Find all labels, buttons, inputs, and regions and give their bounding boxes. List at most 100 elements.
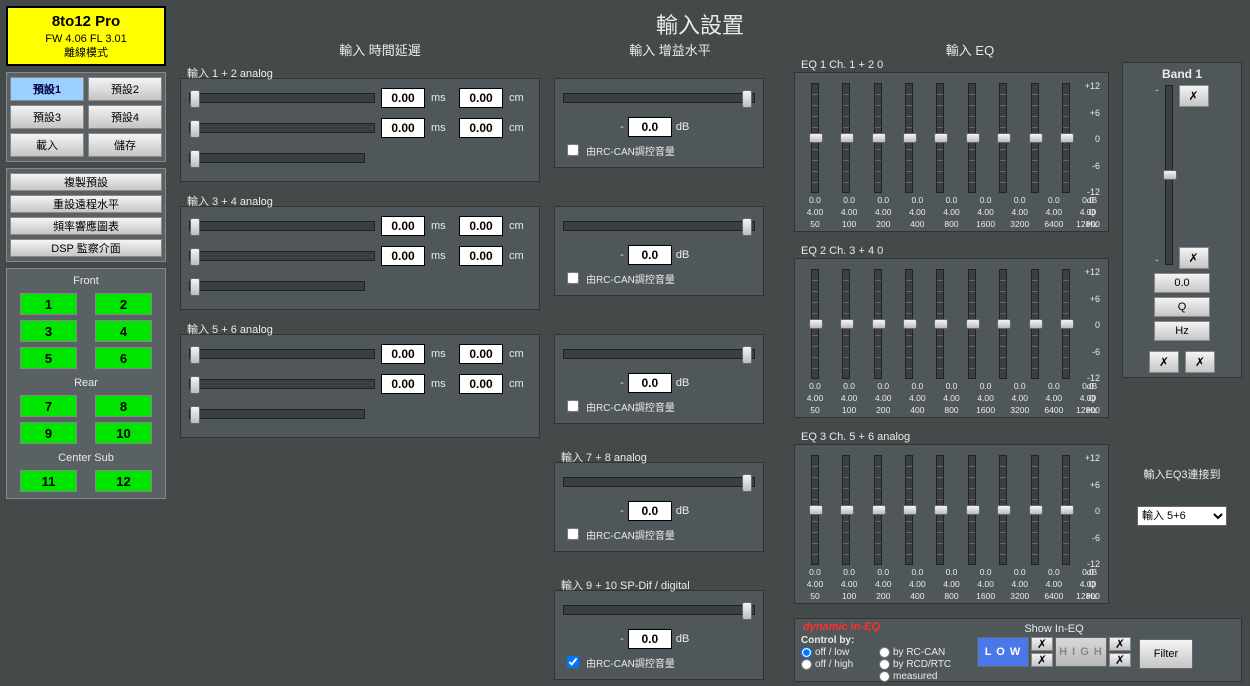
eq-slider-1-9[interactable] bbox=[1053, 83, 1080, 193]
delay-slider-2-link[interactable] bbox=[189, 281, 365, 291]
paraeq-q-value[interactable]: Q bbox=[1154, 297, 1210, 317]
delay-slider-2-2[interactable] bbox=[189, 251, 375, 261]
opt-rc-can[interactable]: by RC-CAN bbox=[879, 647, 969, 658]
delay-ms-3-2[interactable] bbox=[381, 374, 425, 394]
copy-preset-button[interactable]: 複製預設 bbox=[10, 173, 162, 191]
eq-slider-2-1[interactable] bbox=[801, 269, 828, 379]
eq-slider-3-8[interactable] bbox=[1021, 455, 1048, 565]
ch-1-button[interactable]: 1 bbox=[20, 293, 77, 315]
delay-ms-1-2[interactable] bbox=[381, 118, 425, 138]
gain-slider-4[interactable] bbox=[563, 477, 755, 487]
delay-cm-3-1[interactable] bbox=[459, 344, 503, 364]
filter-button[interactable]: Filter bbox=[1139, 639, 1193, 669]
delay-slider-2-1[interactable] bbox=[189, 221, 375, 231]
eq-slider-2-8[interactable] bbox=[1021, 269, 1048, 379]
low-mute-button[interactable]: ✗ bbox=[1031, 637, 1053, 651]
eq-link-select[interactable]: 輸入 5+6 bbox=[1137, 506, 1227, 526]
gain-slider-3[interactable] bbox=[563, 349, 755, 359]
gain-db-3[interactable] bbox=[628, 373, 672, 393]
gain-rc-checkbox-3[interactable] bbox=[567, 400, 579, 412]
paraeq-gain-slider[interactable] bbox=[1165, 85, 1173, 265]
preset-2-button[interactable]: 預設2 bbox=[88, 77, 162, 101]
eq-slider-3-2[interactable] bbox=[832, 455, 859, 565]
opt-measured[interactable]: measured bbox=[879, 671, 969, 682]
preset-4-button[interactable]: 預設4 bbox=[88, 105, 162, 129]
delay-slider-1-link[interactable] bbox=[189, 153, 365, 163]
gain-rc-checkbox-1[interactable] bbox=[567, 144, 579, 156]
eq-slider-1-4[interactable] bbox=[895, 83, 922, 193]
ch-8-button[interactable]: 8 bbox=[95, 395, 152, 417]
gain-db-1[interactable] bbox=[628, 117, 672, 137]
delay-cm-3-2[interactable] bbox=[459, 374, 503, 394]
delay-ms-2-2[interactable] bbox=[381, 246, 425, 266]
eq-slider-3-6[interactable] bbox=[958, 455, 985, 565]
paraeq-mute-bottom-button[interactable]: ✗ bbox=[1179, 247, 1209, 269]
show-low-button[interactable]: L O W bbox=[977, 637, 1029, 667]
opt-rcd-rtc[interactable]: by RCD/RTC bbox=[879, 659, 969, 670]
gain-rc-checkbox-5[interactable] bbox=[567, 656, 579, 668]
dsp-monitor-button[interactable]: DSP 監察介面 bbox=[10, 239, 162, 257]
gain-rc-checkbox-2[interactable] bbox=[567, 272, 579, 284]
show-high-button[interactable]: H I G H bbox=[1055, 637, 1107, 667]
eq-slider-1-6[interactable] bbox=[958, 83, 985, 193]
delay-cm-1-1[interactable] bbox=[459, 88, 503, 108]
eq-slider-2-9[interactable] bbox=[1053, 269, 1080, 379]
paraeq-mute-top-button[interactable]: ✗ bbox=[1179, 85, 1209, 107]
paraeq-gain-value[interactable]: 0.0 bbox=[1154, 273, 1210, 293]
delay-slider-3-link[interactable] bbox=[189, 409, 365, 419]
eq-slider-3-3[interactable] bbox=[864, 455, 891, 565]
high-mute-button[interactable]: ✗ bbox=[1109, 637, 1131, 651]
gain-slider-1[interactable] bbox=[563, 93, 755, 103]
preset-3-button[interactable]: 預設3 bbox=[10, 105, 84, 129]
paraeq-hz-value[interactable]: Hz bbox=[1154, 321, 1210, 341]
eq-slider-2-5[interactable] bbox=[927, 269, 954, 379]
opt-off-high[interactable]: off / high bbox=[801, 659, 871, 670]
delay-slider-3-2[interactable] bbox=[189, 379, 375, 389]
high-mute2-button[interactable]: ✗ bbox=[1109, 653, 1131, 667]
ch-5-button[interactable]: 5 bbox=[20, 347, 77, 369]
eq-slider-1-2[interactable] bbox=[832, 83, 859, 193]
eq-slider-2-2[interactable] bbox=[832, 269, 859, 379]
ch-12-button[interactable]: 12 bbox=[95, 470, 152, 492]
load-button[interactable]: 載入 bbox=[10, 133, 84, 157]
opt-off-low[interactable]: off / low bbox=[801, 647, 871, 658]
eq-slider-3-5[interactable] bbox=[927, 455, 954, 565]
gain-db-4[interactable] bbox=[628, 501, 672, 521]
paraeq-next-button[interactable]: ✗ bbox=[1185, 351, 1215, 373]
eq-slider-1-8[interactable] bbox=[1021, 83, 1048, 193]
ch-6-button[interactable]: 6 bbox=[95, 347, 152, 369]
gain-rc-checkbox-4[interactable] bbox=[567, 528, 579, 540]
paraeq-prev-button[interactable]: ✗ bbox=[1149, 351, 1179, 373]
preset-1-button[interactable]: 預設1 bbox=[10, 77, 84, 101]
eq-slider-3-9[interactable] bbox=[1053, 455, 1080, 565]
ch-3-button[interactable]: 3 bbox=[20, 320, 77, 342]
delay-slider-3-1[interactable] bbox=[189, 349, 375, 359]
gain-slider-5[interactable] bbox=[563, 605, 755, 615]
delay-ms-3-1[interactable] bbox=[381, 344, 425, 364]
eq-slider-2-6[interactable] bbox=[958, 269, 985, 379]
delay-ms-2-1[interactable] bbox=[381, 216, 425, 236]
eq-slider-1-1[interactable] bbox=[801, 83, 828, 193]
ch-11-button[interactable]: 11 bbox=[20, 470, 77, 492]
reset-levels-button[interactable]: 重設遠程水平 bbox=[10, 195, 162, 213]
ch-9-button[interactable]: 9 bbox=[20, 422, 77, 444]
eq-slider-3-7[interactable] bbox=[990, 455, 1017, 565]
gain-db-5[interactable] bbox=[628, 629, 672, 649]
eq-slider-2-4[interactable] bbox=[895, 269, 922, 379]
low-mute2-button[interactable]: ✗ bbox=[1031, 653, 1053, 667]
eq-slider-1-5[interactable] bbox=[927, 83, 954, 193]
eq-slider-1-7[interactable] bbox=[990, 83, 1017, 193]
delay-cm-1-2[interactable] bbox=[459, 118, 503, 138]
eq-slider-2-3[interactable] bbox=[864, 269, 891, 379]
eq-slider-1-3[interactable] bbox=[864, 83, 891, 193]
delay-cm-2-1[interactable] bbox=[459, 216, 503, 236]
ch-10-button[interactable]: 10 bbox=[95, 422, 152, 444]
ch-7-button[interactable]: 7 bbox=[20, 395, 77, 417]
delay-cm-2-2[interactable] bbox=[459, 246, 503, 266]
delay-slider-1-2[interactable] bbox=[189, 123, 375, 133]
eq-slider-3-1[interactable] bbox=[801, 455, 828, 565]
delay-slider-1-1[interactable] bbox=[189, 93, 375, 103]
ch-4-button[interactable]: 4 bbox=[95, 320, 152, 342]
eq-slider-2-7[interactable] bbox=[990, 269, 1017, 379]
delay-ms-1-1[interactable] bbox=[381, 88, 425, 108]
